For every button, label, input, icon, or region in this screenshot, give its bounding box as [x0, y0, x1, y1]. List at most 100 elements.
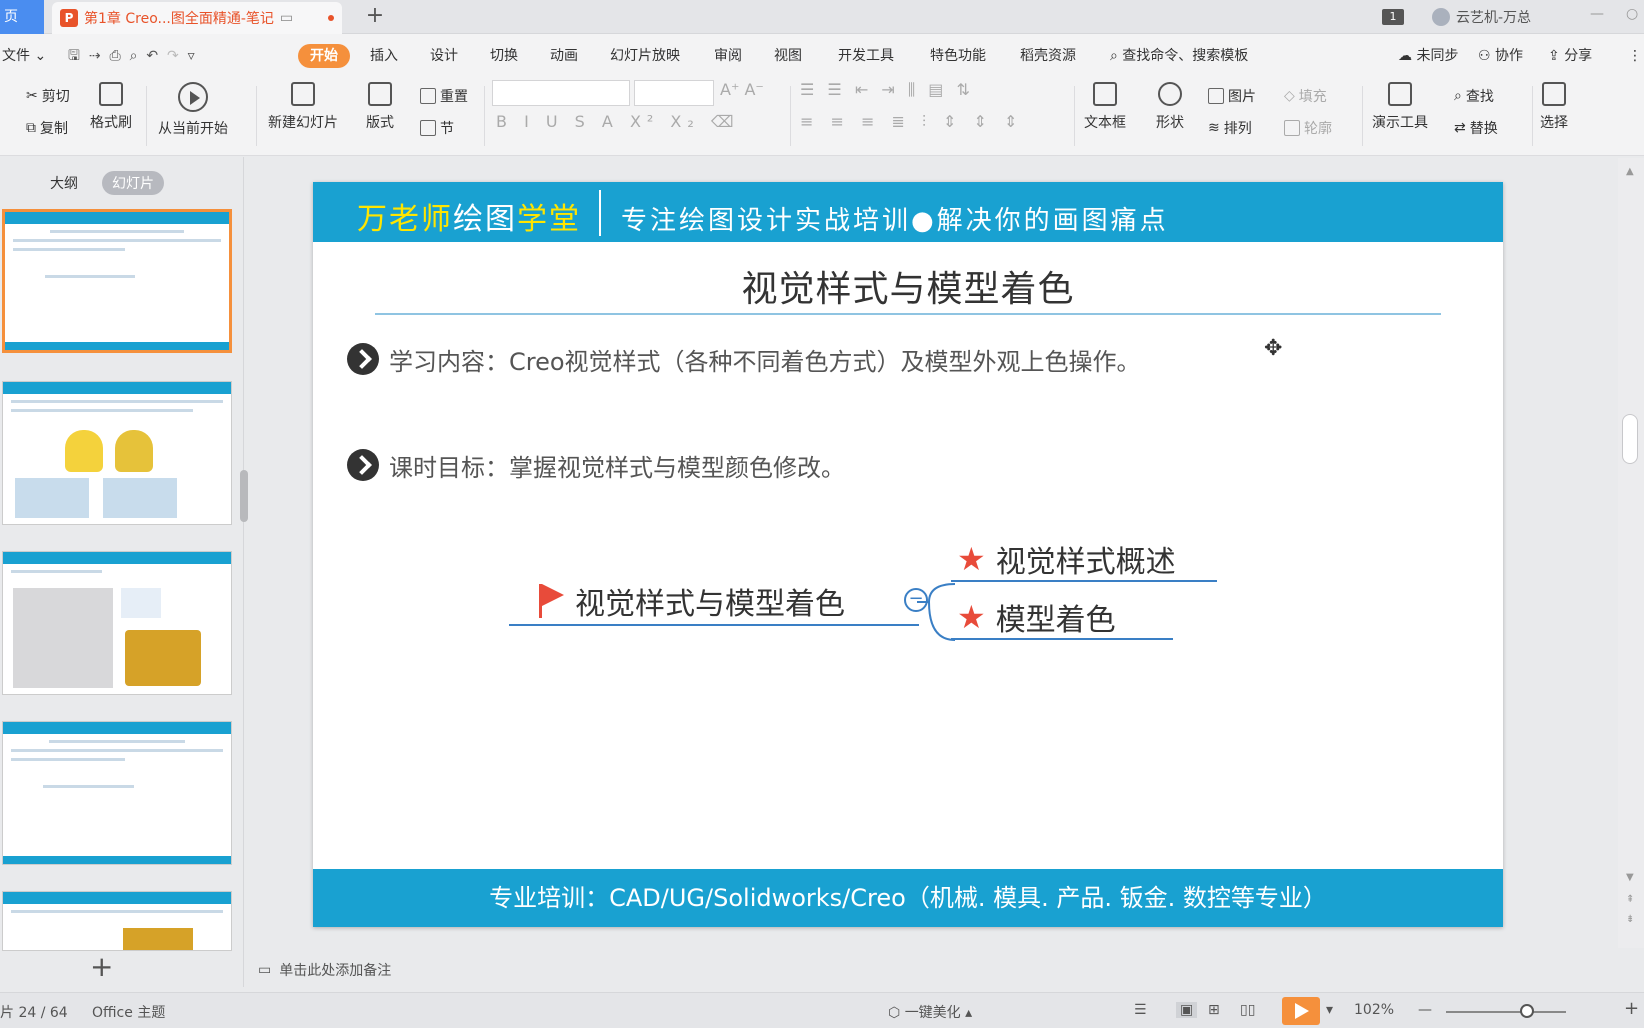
- beautify-label: 一键美化: [904, 1005, 961, 1021]
- share-button[interactable]: ⇪ 分享: [1548, 44, 1592, 68]
- search-icon: ⌕: [1110, 48, 1118, 64]
- tab-review[interactable]: 审阅: [714, 44, 742, 68]
- zoom-slider[interactable]: [1446, 1011, 1566, 1013]
- pane-view-tabs: 大纲 幻灯片: [40, 171, 164, 195]
- mindmap-child-node[interactable]: ★ 模型着色: [951, 596, 1173, 640]
- textbox-icon: [1093, 82, 1117, 106]
- new-tab-button[interactable]: +: [362, 4, 388, 30]
- tab-developer[interactable]: 开发工具: [838, 44, 894, 68]
- font-size-adjust-icons[interactable]: A⁺ A⁻: [720, 80, 764, 99]
- tab-features[interactable]: 特色功能: [930, 44, 986, 68]
- present-tools-button[interactable]: 演示工具: [1372, 82, 1428, 132]
- new-slide-button[interactable]: 新建幻灯片: [268, 82, 338, 132]
- new-slide-icon: [291, 82, 315, 106]
- vertical-scrollbar[interactable]: ▲ ▼ ⇞ ⇟: [1618, 158, 1644, 948]
- cut-button[interactable]: ✂ 剪切: [26, 86, 70, 106]
- find-button[interactable]: ⌕ 查找: [1454, 86, 1494, 106]
- print-preview-icon[interactable]: ⌕: [130, 48, 138, 64]
- export-icon[interactable]: ⇢: [89, 48, 101, 64]
- vertical-scroll-thumb[interactable]: [1622, 414, 1638, 464]
- undo-icon[interactable]: ↶: [146, 48, 158, 64]
- user-account[interactable]: 云艺机-万总: [1432, 6, 1531, 28]
- arrange-button[interactable]: ≋ 排列: [1208, 118, 1252, 138]
- tab-design[interactable]: 设计: [430, 44, 458, 68]
- text-format-icons[interactable]: B I U S A X² X₂ ⌫: [496, 112, 739, 131]
- copy-label: 复制: [40, 121, 68, 137]
- format-painter-icon: [99, 82, 123, 106]
- layout-icon: [368, 82, 392, 106]
- zoom-slider-handle[interactable]: [1520, 1004, 1534, 1018]
- redo-icon[interactable]: ↷: [167, 48, 179, 64]
- thumbnail-scrollbar[interactable]: [240, 470, 248, 522]
- beautify-button[interactable]: ⬡ 一键美化 ▴: [888, 1002, 972, 1022]
- mindmap-child-node[interactable]: ★ 视觉样式概述: [951, 538, 1217, 582]
- home-tab[interactable]: 页: [0, 0, 44, 34]
- slide-thumbnail[interactable]: [2, 381, 232, 525]
- slide-thumbnail[interactable]: [2, 721, 232, 865]
- tab-docer-resources[interactable]: 稻壳资源: [1020, 44, 1076, 68]
- outline-button[interactable]: 轮廓: [1284, 118, 1332, 138]
- tab-transition[interactable]: 切换: [490, 44, 518, 68]
- slide-thumbnail[interactable]: [2, 551, 232, 695]
- save-icon[interactable]: 🖫: [68, 48, 80, 64]
- picture-button[interactable]: 图片: [1208, 86, 1256, 106]
- tab-animation[interactable]: 动画: [550, 44, 578, 68]
- prev-slide-icon[interactable]: ⇞: [1626, 894, 1634, 905]
- next-slide-icon[interactable]: ⇟: [1626, 914, 1634, 925]
- tab-view[interactable]: 视图: [774, 44, 802, 68]
- reading-view-icon[interactable]: ▯▯: [1240, 1002, 1255, 1018]
- tab-insert[interactable]: 插入: [370, 44, 398, 68]
- print-icon[interactable]: ⎙: [109, 48, 120, 64]
- notes-area[interactable]: ▭ 单击此处添加备注: [258, 950, 391, 990]
- restore-button[interactable]: ○: [1626, 6, 1638, 22]
- list-format-icons[interactable]: ☰ ☰ ⇤ ⇥ ⫼ ▤ ⇅: [800, 80, 974, 100]
- chevron-down-icon[interactable]: ▾: [1326, 1002, 1333, 1018]
- command-search[interactable]: ⌕ 查找命令、搜索模板: [1110, 44, 1248, 68]
- scroll-down-icon[interactable]: ▼: [1626, 872, 1634, 883]
- font-family-select[interactable]: [492, 80, 630, 106]
- slide-thumbnail[interactable]: [2, 209, 232, 353]
- play-slideshow-button[interactable]: [1282, 997, 1320, 1025]
- replace-button[interactable]: ⇄ 替换: [1454, 118, 1498, 138]
- sync-status[interactable]: ☁ 未同步: [1398, 44, 1458, 68]
- theme-name[interactable]: Office 主题: [92, 1002, 165, 1022]
- align-icons[interactable]: ≡ ≡ ≡ ≣ ⫶ ⇕ ⇕ ⇕: [800, 112, 1023, 132]
- tab-slideshow[interactable]: 幻灯片放映: [610, 44, 680, 68]
- ribbon-divider: [256, 86, 257, 146]
- tab-start[interactable]: 开始: [298, 44, 350, 68]
- mindmap-root-node[interactable]: 视觉样式与模型着色: [509, 578, 919, 626]
- zoom-in-button[interactable]: +: [1624, 998, 1639, 1019]
- add-slide-button[interactable]: +: [90, 953, 113, 981]
- share-icon: ⇪: [1548, 48, 1560, 64]
- collaborate-button[interactable]: ⚇ 协作: [1478, 44, 1523, 68]
- normal-view-icon[interactable]: ▣: [1176, 1002, 1198, 1018]
- slide-canvas[interactable]: 万老师绘图学堂 专注绘图设计实战培训●解决你的画图痛点 视觉样式与模型着色 学习…: [313, 182, 1503, 927]
- file-menu[interactable]: 文件 ⌄: [2, 44, 46, 68]
- select-button[interactable]: 选择: [1540, 82, 1568, 132]
- copy-button[interactable]: ⧉ 复制: [26, 118, 68, 138]
- slide-thumbnail[interactable]: [2, 891, 232, 951]
- textbox-button[interactable]: 文本框: [1084, 82, 1126, 132]
- minimize-button[interactable]: —: [1590, 6, 1604, 22]
- more-options-icon[interactable]: ⋮: [1628, 44, 1642, 68]
- tab-display-icon[interactable]: ▭: [280, 10, 293, 26]
- tab-outline[interactable]: 大纲: [40, 171, 88, 195]
- font-size-select[interactable]: [634, 80, 714, 106]
- section-button[interactable]: 节: [420, 118, 454, 138]
- format-painter-button[interactable]: 格式刷: [90, 82, 132, 132]
- mindmap-root-label: 视觉样式与模型着色: [575, 587, 845, 622]
- from-current-button[interactable]: 从当前开始: [158, 82, 228, 138]
- slide-sorter-icon[interactable]: ⊞: [1208, 1002, 1220, 1018]
- zoom-out-button[interactable]: —: [1418, 1002, 1432, 1018]
- shape-button[interactable]: 形状: [1156, 82, 1184, 132]
- window-count-badge[interactable]: 1: [1382, 9, 1404, 25]
- reset-button[interactable]: 重置: [420, 86, 468, 106]
- tab-slides[interactable]: 幻灯片: [102, 171, 164, 195]
- document-tab[interactable]: P 第1章 Creo...图全面精通-笔记 ▭: [52, 2, 342, 34]
- scroll-up-icon[interactable]: ▲: [1626, 166, 1634, 177]
- notes-toggle-icon[interactable]: ☰: [1134, 1002, 1147, 1018]
- customize-icon[interactable]: ▿: [188, 48, 195, 64]
- layout-button[interactable]: 版式: [366, 82, 394, 132]
- fill-button[interactable]: ◇ 填充: [1284, 86, 1327, 106]
- zoom-level[interactable]: 102%: [1354, 1002, 1394, 1018]
